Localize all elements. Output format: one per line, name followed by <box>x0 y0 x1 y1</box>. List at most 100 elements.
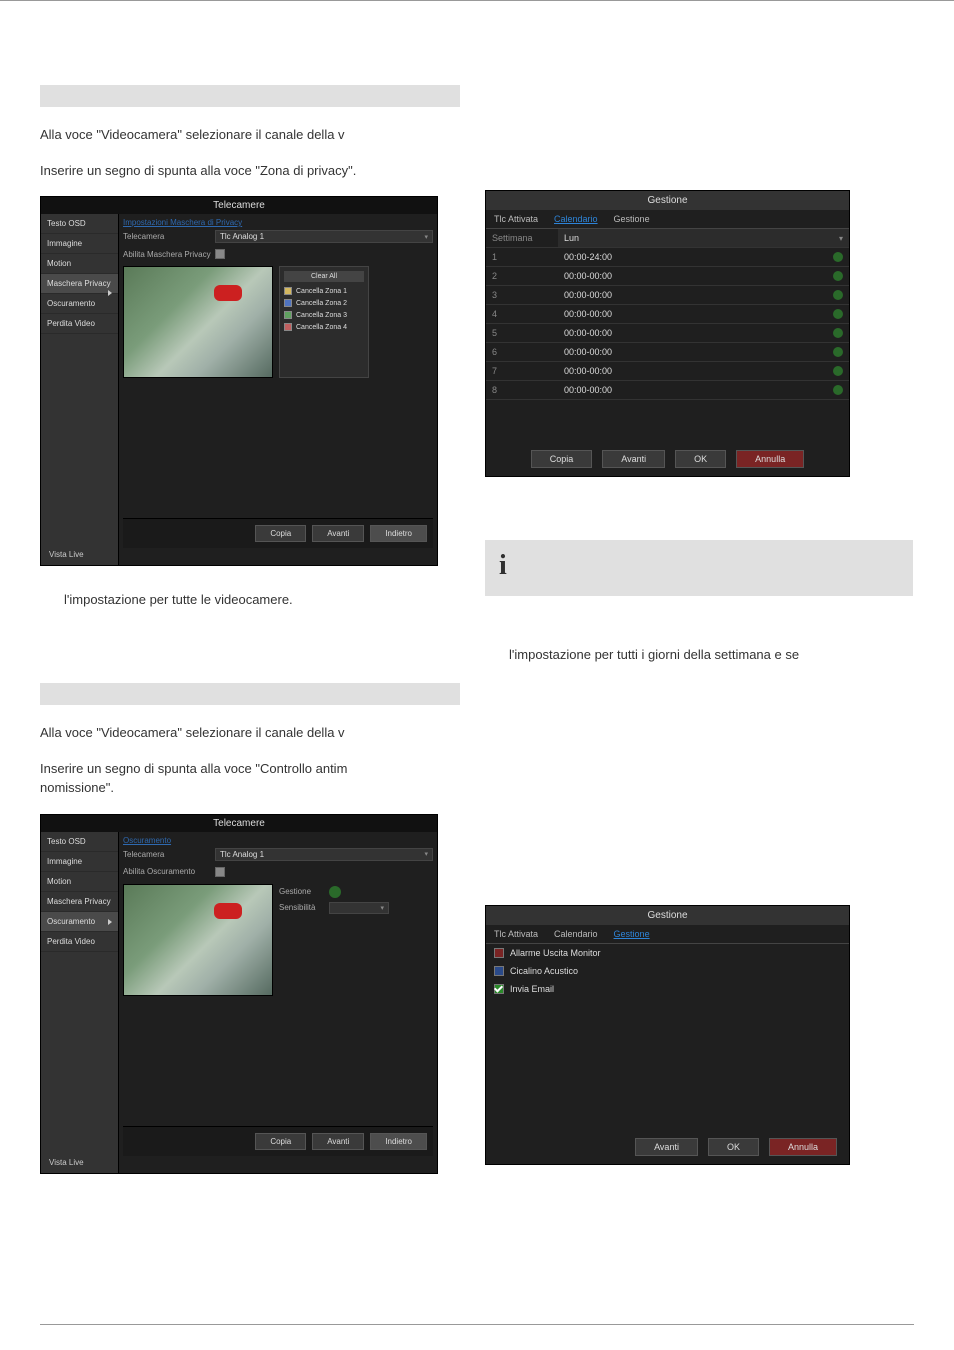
sidebar-item-testo-osd[interactable]: Testo OSD <box>41 214 118 234</box>
zone4-swatch <box>284 323 292 331</box>
calendar-row: 300:00-00:00 <box>486 286 849 305</box>
tab-gestione[interactable]: Gestione <box>606 925 658 943</box>
week-value: Lun <box>564 233 579 243</box>
annulla-button[interactable]: Annulla <box>736 450 804 468</box>
zone1-swatch <box>284 287 292 295</box>
time-range-value: 00:00-24:00 <box>564 252 612 262</box>
week-select[interactable]: Lun ▾ <box>558 229 849 247</box>
indietro-button[interactable]: Indietro <box>370 1133 427 1150</box>
zone1-button[interactable]: Cancella Zona 1 <box>296 288 347 295</box>
row-index: 5 <box>486 324 558 342</box>
gestione-actions-dialog: Gestione Tlc Attivata Calendario Gestion… <box>485 905 850 1165</box>
monitor-alarm-checkbox[interactable] <box>494 948 504 958</box>
avanti-button[interactable]: Avanti <box>602 450 665 468</box>
camera-value: Tlc Analog 1 <box>220 850 264 859</box>
copia-button[interactable]: Copia <box>255 525 306 542</box>
sidebar-item-oscuramento[interactable]: Oscuramento <box>41 294 118 314</box>
calendar-row: 400:00-00:00 <box>486 305 849 324</box>
sidebar-item-testo-osd[interactable]: Testo OSD <box>41 832 118 852</box>
time-range-field[interactable]: 00:00-00:00 <box>558 286 849 304</box>
gear-icon[interactable] <box>833 385 843 395</box>
avanti-button[interactable]: Avanti <box>312 1133 364 1150</box>
sidebar-item-immagine[interactable]: Immagine <box>41 234 118 254</box>
time-range-field[interactable]: 00:00-00:00 <box>558 324 849 342</box>
sidebar-item-maschera-privacy[interactable]: Maschera Privacy <box>41 274 118 294</box>
ok-button[interactable]: OK <box>708 1138 759 1156</box>
calendar-row: 1 00:00-24:00 <box>486 248 849 267</box>
time-range-field[interactable]: 00:00-00:00 <box>558 267 849 285</box>
camera-select[interactable]: Tlc Analog 1 ▾ <box>215 848 433 861</box>
avanti-button[interactable]: Avanti <box>312 525 364 542</box>
row-index: 1 <box>486 248 558 266</box>
breadcrumb[interactable]: Oscuramento <box>123 836 433 845</box>
buzzer-checkbox[interactable] <box>494 966 504 976</box>
sidebar-item-perdita-video[interactable]: Perdita Video <box>41 314 118 334</box>
week-label: Settimana <box>486 229 558 247</box>
sensitivity-select[interactable]: ▾ <box>329 902 389 914</box>
copia-button[interactable]: Copia <box>531 450 593 468</box>
gear-icon[interactable] <box>833 290 843 300</box>
tab-calendario[interactable]: Calendario <box>546 210 606 228</box>
section-heading-privacy <box>40 85 460 107</box>
gear-icon[interactable] <box>329 886 341 898</box>
instr-privacy-2: Inserire un segno di spunta alla voce "Z… <box>40 161 460 181</box>
instr-privacy-1: Alla voce "Videocamera" selezionare il c… <box>40 125 460 145</box>
email-label: Invia Email <box>510 984 554 994</box>
copia-button[interactable]: Copia <box>255 1133 306 1150</box>
gear-icon[interactable] <box>833 252 843 262</box>
sidebar-item-motion[interactable]: Motion <box>41 872 118 892</box>
time-range-field[interactable]: 00:00-24:00 <box>558 248 849 266</box>
tab-tlc-attivata[interactable]: Tlc Attivata <box>486 210 546 228</box>
gear-icon[interactable] <box>833 328 843 338</box>
camera-value: Tlc Analog 1 <box>220 232 264 241</box>
gear-icon[interactable] <box>833 366 843 376</box>
enable-privacy-checkbox[interactable] <box>215 249 225 259</box>
sidebar-item-oscuramento[interactable]: Oscuramento <box>41 912 118 932</box>
zone4-button[interactable]: Cancella Zona 4 <box>296 324 347 331</box>
annulla-button[interactable]: Annulla <box>769 1138 837 1156</box>
copy-all-cameras-note: l'impostazione per tutte le videocamere. <box>40 590 460 610</box>
enable-tamper-label: Abilita Oscuramento <box>123 867 215 876</box>
zone2-button[interactable]: Cancella Zona 2 <box>296 300 347 307</box>
time-range-field[interactable]: 00:00-00:00 <box>558 381 849 399</box>
vista-live-link[interactable]: Vista Live <box>41 1152 118 1173</box>
sidebar-item-immagine[interactable]: Immagine <box>41 852 118 872</box>
zone3-button[interactable]: Cancella Zona 3 <box>296 312 347 319</box>
calendar-row: 700:00-00:00 <box>486 362 849 381</box>
ok-button[interactable]: OK <box>675 450 726 468</box>
camera-preview[interactable] <box>123 884 273 996</box>
sidebar-item-motion[interactable]: Motion <box>41 254 118 274</box>
calendar-row: 5 00:00-00:00 <box>486 324 849 343</box>
time-range-field[interactable]: 00:00-00:00 <box>558 362 849 380</box>
sidebar-item-maschera-privacy[interactable]: Maschera Privacy <box>41 892 118 912</box>
indietro-button[interactable]: Indietro <box>370 525 427 542</box>
app-title: Telecamere <box>41 815 437 832</box>
tab-calendario[interactable]: Calendario <box>546 925 606 943</box>
breadcrumb[interactable]: Impostazioni Maschera di Privacy <box>123 218 433 227</box>
email-checkbox[interactable] <box>494 984 504 994</box>
buzzer-label: Cicalino Acustico <box>510 966 578 976</box>
time-range-value: 00:00-00:00 <box>564 309 612 319</box>
gear-icon[interactable] <box>833 309 843 319</box>
time-range-value: 00:00-00:00 <box>564 328 612 338</box>
info-icon: i <box>499 550 507 582</box>
camera-label: Telecamera <box>123 232 215 241</box>
time-range-value: 00:00-00:00 <box>564 290 612 300</box>
calendar-row: 200:00-00:00 <box>486 267 849 286</box>
sidebar-item-perdita-video[interactable]: Perdita Video <box>41 932 118 952</box>
vista-live-link[interactable]: Vista Live <box>41 544 118 565</box>
app-title: Telecamere <box>41 197 437 214</box>
camera-select[interactable]: Tlc Analog 1 ▾ <box>215 230 433 243</box>
time-range-field[interactable]: 00:00-00:00 <box>558 305 849 323</box>
tab-gestione[interactable]: Gestione <box>606 210 658 228</box>
avanti-button[interactable]: Avanti <box>635 1138 698 1156</box>
gestione-label: Gestione <box>279 887 329 896</box>
tab-tlc-attivata[interactable]: Tlc Attivata <box>486 925 546 943</box>
clear-all-button[interactable]: Clear All <box>284 271 364 282</box>
camera-preview[interactable] <box>123 266 273 378</box>
enable-tamper-checkbox[interactable] <box>215 867 225 877</box>
time-range-value: 00:00-00:00 <box>564 347 612 357</box>
gear-icon[interactable] <box>833 271 843 281</box>
gear-icon[interactable] <box>833 347 843 357</box>
time-range-field[interactable]: 00:00-00:00 <box>558 343 849 361</box>
